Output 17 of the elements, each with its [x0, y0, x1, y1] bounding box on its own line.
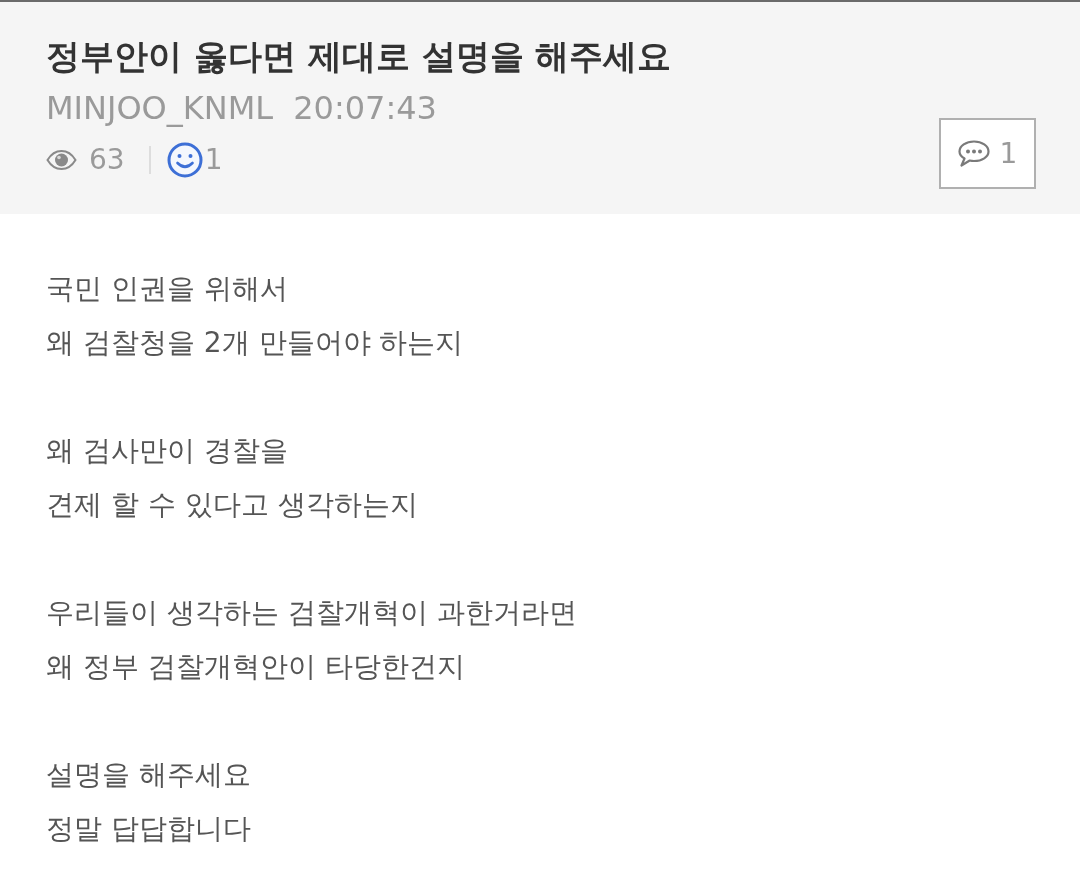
view-count: 63: [89, 142, 125, 178]
body-text-line: 견제 할 수 있다고 생각하는지: [46, 487, 418, 523]
comment-icon: [957, 140, 990, 167]
body-text-line: 정말 답답합니다: [46, 811, 251, 847]
comment-button[interactable]: 1: [939, 118, 1036, 189]
body-text-line: 우리들이 생각하는 검찰개혁이 과한거라면: [46, 595, 577, 631]
body-text-line: 설명을 해주세요: [46, 757, 251, 793]
body-text-line: 왜 검사만이 경찰을: [46, 433, 288, 469]
body-text-line: 국민 인권을 위해서: [46, 271, 288, 307]
smiley-icon: [166, 142, 203, 178]
body-text-line: 왜 정부 검찰개혁안이 타당한건지: [46, 649, 465, 685]
post-title: 정부안이 옳다면 제대로 설명을 해주세요: [46, 35, 672, 78]
author-name: MINJOO_KNML: [46, 88, 274, 129]
post-time: 20:07:43: [293, 88, 437, 129]
reaction-count: 1: [204, 142, 223, 178]
eye-icon: [46, 150, 77, 170]
body-text-line: 왜 검찰청을 2개 만들어야 하는지: [46, 325, 464, 361]
